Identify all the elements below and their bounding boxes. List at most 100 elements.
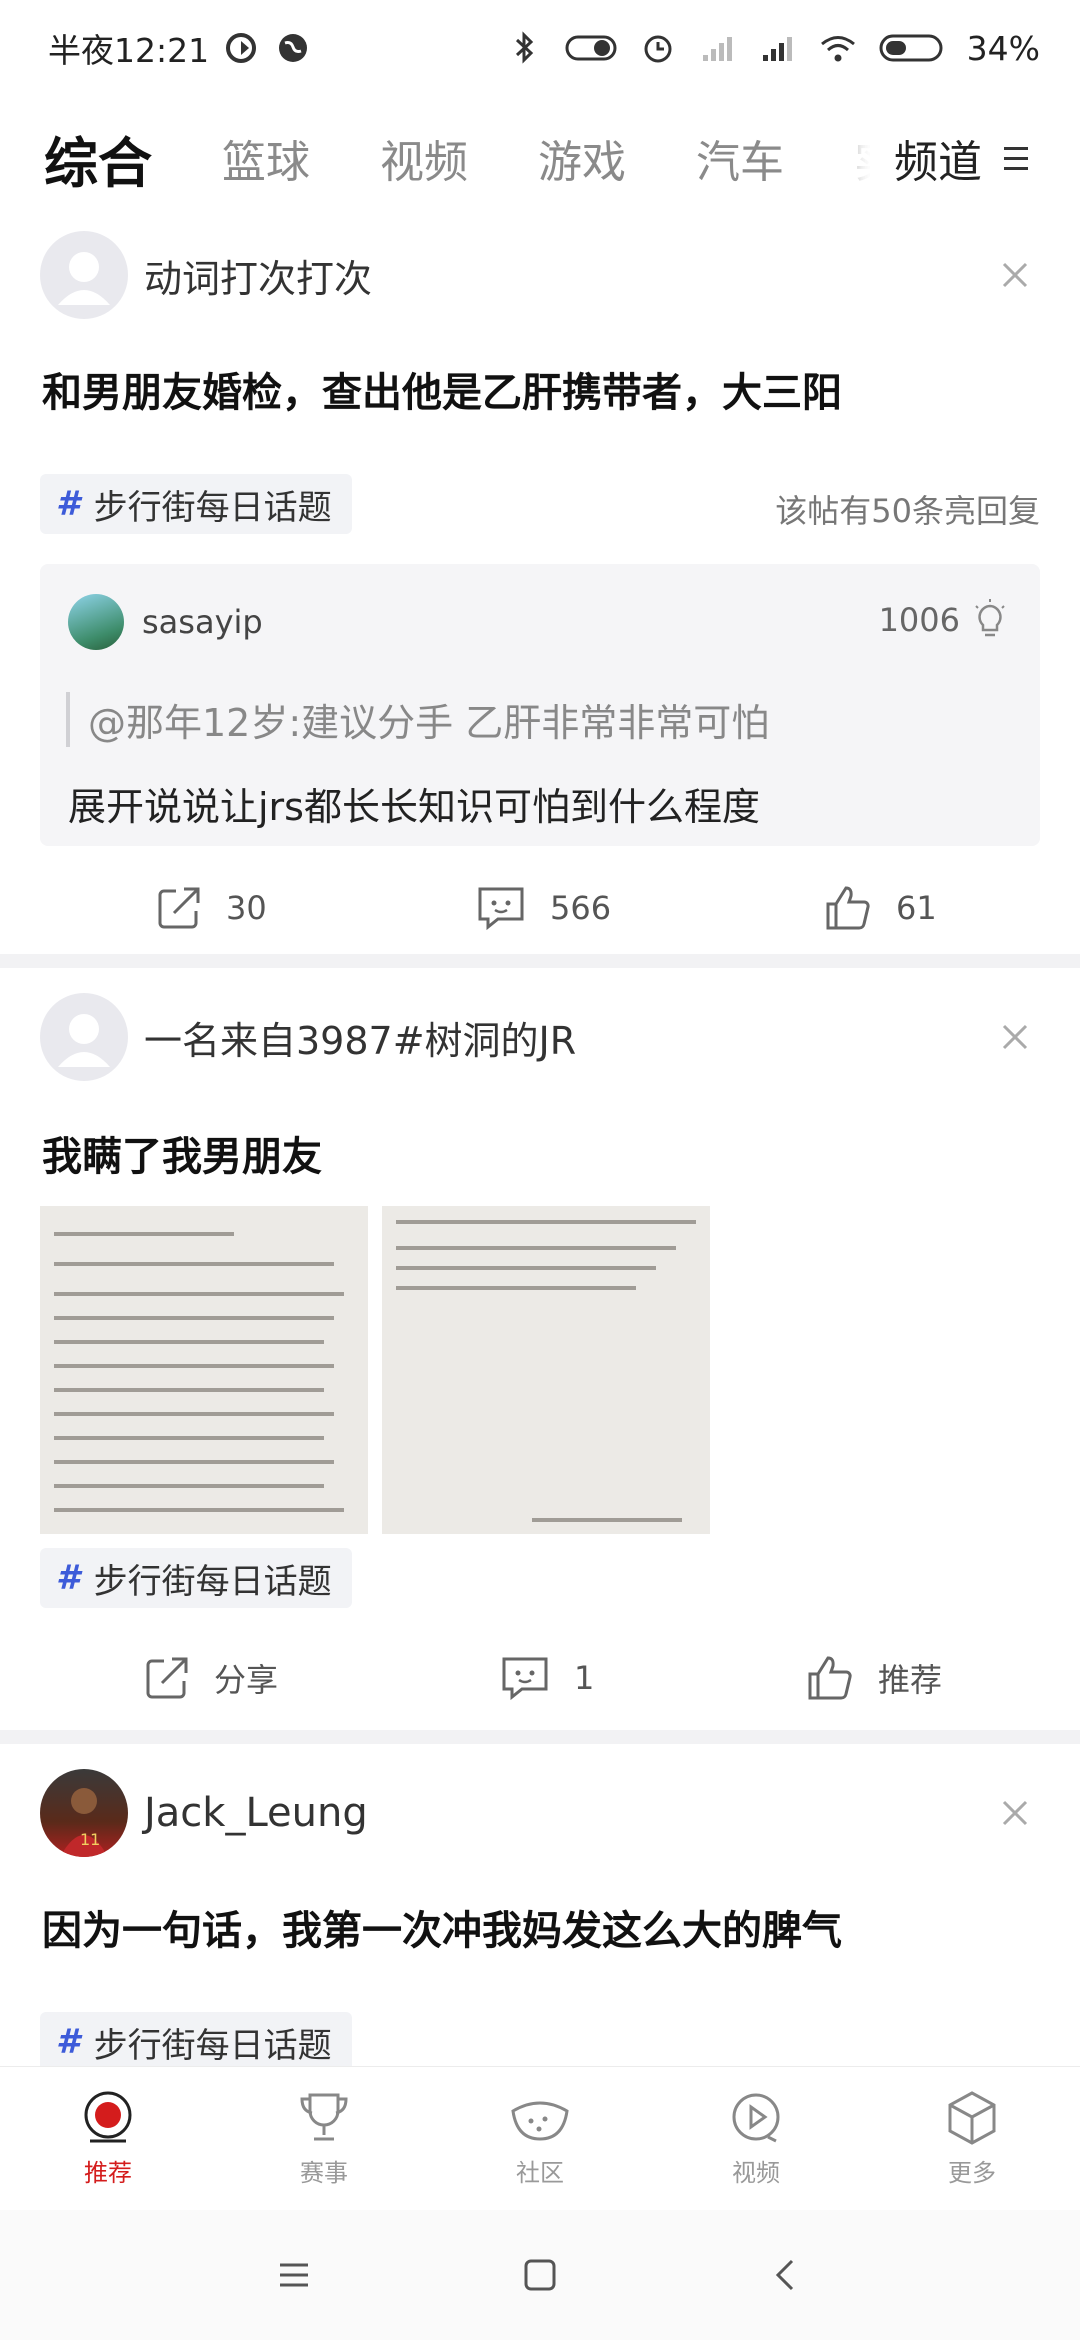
post-image[interactable] xyxy=(382,1206,710,1534)
avatar[interactable]: 11 xyxy=(40,1769,128,1857)
channel-button[interactable]: 频道 xyxy=(870,96,1080,220)
toggle-icon xyxy=(565,35,617,61)
back-icon[interactable] xyxy=(768,2257,804,2293)
like-count: 61 xyxy=(896,889,937,927)
topic-tag[interactable]: # 步行街每日话题 xyxy=(40,2012,352,2066)
author-name[interactable]: 动词打次打次 xyxy=(144,248,372,303)
comment-icon xyxy=(502,1657,548,1701)
nav-label: 推荐 xyxy=(84,2159,132,2187)
share-button[interactable]: 分享 xyxy=(142,1638,278,1718)
comment-button[interactable]: 1 xyxy=(498,1638,594,1718)
reply-username[interactable]: sasayip xyxy=(142,603,263,641)
author-row: 动词打次打次 xyxy=(40,230,1040,320)
light-count-value: 1006 xyxy=(878,601,960,639)
share-count: 30 xyxy=(226,889,267,927)
tab-game[interactable]: 游戏 xyxy=(538,126,626,190)
channel-tabs: 综合 篮球 视频 游戏 汽车 实战篮球 频道 xyxy=(0,96,1080,220)
nav-label: 社区 xyxy=(516,2159,564,2187)
battery-percent: 34% xyxy=(966,28,1040,68)
nav-events[interactable]: 赛事 xyxy=(216,2067,432,2210)
default-avatar-icon xyxy=(58,1014,110,1067)
close-icon[interactable] xyxy=(990,250,1040,300)
thumbs-up-icon xyxy=(826,886,870,930)
post-title[interactable]: 我瞒了我男朋友 xyxy=(42,1124,322,1182)
like-button[interactable]: 推荐 xyxy=(804,1638,942,1718)
share-button[interactable]: 30 xyxy=(154,868,267,948)
nav-video[interactable]: 视频 xyxy=(648,2067,864,2210)
nav-recommend[interactable]: 推荐 xyxy=(0,2067,216,2210)
post-card[interactable]: 动词打次打次 和男朋友婚检，查出他是乙肝携带者，大三阳 # 步行街每日话题 该帖… xyxy=(0,230,1080,950)
tab-car[interactable]: 汽车 xyxy=(696,126,784,190)
author-name[interactable]: 一名来自3987#树洞的JR xyxy=(144,1010,576,1065)
signal-icon xyxy=(762,37,792,61)
close-icon[interactable] xyxy=(990,1788,1040,1838)
lightbulb-icon xyxy=(975,599,1005,637)
home-icon[interactable] xyxy=(522,2257,558,2293)
menu-icon xyxy=(1004,147,1028,170)
hashtag-icon: # xyxy=(56,1558,80,1598)
system-nav-bar xyxy=(0,2210,1080,2340)
reply-text: 展开说说让jrs都长长知识可怕到什么程度 xyxy=(68,785,760,829)
channel-label: 频道 xyxy=(894,137,982,188)
trophy-icon xyxy=(300,2093,348,2141)
hashtag-icon: # xyxy=(56,484,80,524)
light-count[interactable]: 1006 xyxy=(879,598,1010,642)
nav-label: 更多 xyxy=(948,2159,996,2187)
share-icon xyxy=(146,1657,188,1699)
comment-count: 1 xyxy=(574,1659,595,1697)
battery-icon xyxy=(879,34,943,62)
post-actions: 分享 1 推荐 xyxy=(0,1638,1080,1718)
bluetooth-icon xyxy=(515,31,533,64)
cube-icon xyxy=(948,2091,996,2145)
author-name[interactable]: Jack_Leung xyxy=(144,1790,368,1836)
tab-basketball[interactable]: 篮球 xyxy=(222,126,310,190)
video-icon xyxy=(732,2093,780,2143)
svg-text:11: 11 xyxy=(80,1830,100,1849)
author-row: 11 Jack_Leung xyxy=(40,1768,1040,1858)
bottom-nav: 推荐 赛事 社区 视频 更多 xyxy=(0,2066,1080,2210)
tab-video[interactable]: 视频 xyxy=(380,126,468,190)
post-title[interactable]: 因为一句话，我第一次冲我妈发这么大的脾气 xyxy=(42,1898,842,1956)
recommend-icon xyxy=(84,2091,132,2143)
topic-label: 步行街每日话题 xyxy=(93,1561,332,1602)
share-icon xyxy=(158,887,200,929)
user-photo-icon: 11 xyxy=(60,1788,108,1857)
close-icon[interactable] xyxy=(990,1012,1040,1062)
post-actions: 30 566 61 xyxy=(0,868,1080,948)
post-card[interactable]: 一名来自3987#树洞的JR 我瞒了我男朋友 # 步行街每日话题 分享 1 推荐 xyxy=(0,992,1080,1722)
like-button[interactable]: 61 xyxy=(822,868,937,948)
quoted-text: @那年12岁:建议分手 乙肝非常非常可怕 xyxy=(66,692,769,747)
topic-label: 步行街每日话题 xyxy=(93,2025,332,2066)
image-grid xyxy=(40,1206,740,1536)
alarm-icon xyxy=(644,35,672,63)
sync-icon xyxy=(226,33,257,63)
globe-icon xyxy=(279,34,308,62)
topic-tag[interactable]: # 步行街每日话题 xyxy=(40,474,352,534)
nav-label: 视频 xyxy=(732,2159,780,2187)
author-row: 一名来自3987#树洞的JR xyxy=(40,992,1040,1082)
avatar[interactable] xyxy=(68,594,124,650)
recent-apps-icon[interactable] xyxy=(276,2257,312,2293)
status-bar: 半夜12:21 34% xyxy=(0,0,1080,96)
divider xyxy=(0,1730,1080,1744)
hot-replies-count: 该帖有50条亮回复 xyxy=(775,492,1040,530)
topic-tag[interactable]: # 步行街每日话题 xyxy=(40,1548,352,1608)
comment-button[interactable]: 566 xyxy=(474,868,611,948)
hashtag-icon: # xyxy=(56,2022,80,2062)
default-avatar-icon xyxy=(58,252,110,305)
avatar[interactable] xyxy=(40,231,128,319)
avatar[interactable] xyxy=(40,993,128,1081)
hot-reply-card[interactable]: sasayip 1006 @那年12岁:建议分手 乙肝非常非常可怕 展开说说让j… xyxy=(40,564,1040,846)
post-image[interactable] xyxy=(40,1206,368,1534)
nav-label: 赛事 xyxy=(300,2159,348,2187)
nav-more[interactable]: 更多 xyxy=(864,2067,1080,2210)
nav-community[interactable]: 社区 xyxy=(432,2067,648,2210)
wifi-icon xyxy=(820,36,855,62)
divider xyxy=(0,954,1080,968)
post-card[interactable]: 11 Jack_Leung 因为一句话，我第一次冲我妈发这么大的脾气 # 步行街… xyxy=(0,1768,1080,2066)
comment-count: 566 xyxy=(550,889,612,927)
thumbs-up-icon xyxy=(808,1656,852,1700)
post-title[interactable]: 和男朋友婚检，查出他是乙肝携带者，大三阳 xyxy=(42,360,842,418)
tab-comprehensive[interactable]: 综合 xyxy=(44,119,152,198)
comment-icon xyxy=(478,887,524,931)
